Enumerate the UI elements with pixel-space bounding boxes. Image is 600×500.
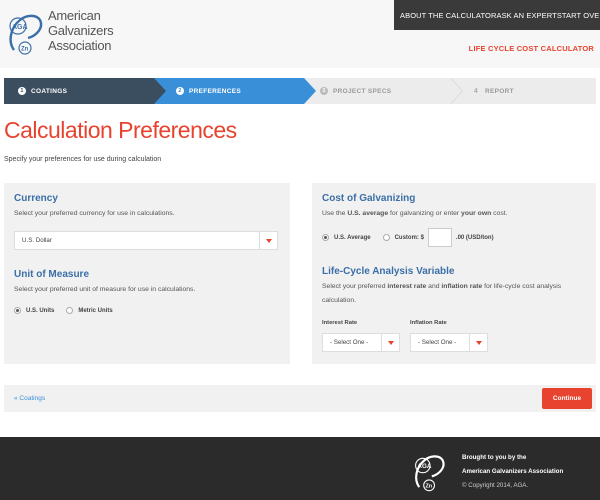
preferences-panel-right: Cost of Galvanizing Use the U.S. average… [312, 183, 596, 364]
continue-button[interactable]: Continue [542, 388, 592, 409]
radio-metric-units-label[interactable]: Metric Units [78, 308, 112, 314]
radio-us-average[interactable] [322, 234, 329, 241]
interest-rate-select-value: - Select One - [330, 339, 369, 346]
dropdown-toggle[interactable] [259, 232, 277, 249]
org-name-line: Association [48, 38, 112, 53]
cost-description: Use the U.S. average for galvanizing or … [322, 207, 586, 221]
org-name: American Galvanizers Association [48, 8, 114, 53]
unit-radio-group: U.S. Units Metric Units [14, 307, 113, 314]
cost-unit-label: .00 (USD/ton) [455, 234, 494, 241]
currency-select[interactable]: U.S. Dollar [14, 231, 278, 250]
lca-title: Life-Cycle Analysis Variable [322, 266, 455, 277]
aga-logo: AGA Zn [415, 455, 445, 492]
lca-desc-text: and [426, 283, 442, 290]
currency-title: Currency [14, 193, 58, 204]
step-arrow [450, 78, 462, 104]
org-name-line: Galvanizers [48, 23, 114, 38]
step-label: PREFERENCES [189, 87, 242, 95]
step-label: PROJECT SPECS [333, 87, 392, 95]
progress-steps: 1 COATINGS 2 PREFERENCES 3 PROJECT SPECS… [4, 78, 596, 104]
unit-description: Select your preferred unit of measure fo… [14, 286, 196, 293]
nav-about-link[interactable]: ABOUT THE CALCULATOR [400, 11, 496, 20]
copyright-text: © Copyright 2014, AGA. [462, 482, 529, 489]
svg-text:Zn: Zn [426, 484, 433, 490]
page-title: Calculation Preferences [4, 117, 237, 143]
svg-text:Zn: Zn [21, 47, 29, 53]
step-number: 1 [18, 87, 26, 95]
step-arrow [304, 78, 316, 104]
cost-desc-bold: U.S. average [347, 210, 389, 217]
radio-us-units[interactable] [14, 307, 21, 314]
step-arrow [154, 78, 166, 104]
step-number: 4 [473, 87, 479, 95]
lca-desc-bold: interest rate [387, 283, 427, 290]
currency-select-value: U.S. Dollar [22, 237, 52, 244]
lca-desc-bold: inflation rate [441, 283, 483, 290]
step-coatings[interactable]: 1 COATINGS [4, 78, 166, 104]
cost-desc-bold: your own [461, 210, 492, 217]
nav-start-over-link[interactable]: START OVER [557, 11, 600, 20]
nav-ask-expert-link[interactable]: ASK AN EXPERT [496, 11, 556, 20]
svg-text:AGA: AGA [417, 463, 431, 470]
cost-desc-text: cost. [491, 210, 508, 217]
chevron-down-icon [265, 238, 272, 243]
cost-title: Cost of Galvanizing [322, 193, 416, 204]
site-header: AGA Zn American Galvanizers Association … [0, 0, 600, 68]
site-footer: AGA Zn Brought to you by the American Ga… [0, 437, 600, 500]
step-label: REPORT [485, 87, 514, 95]
footer-line: American Galvanizers Association [462, 468, 564, 475]
radio-metric-units[interactable] [66, 307, 74, 314]
dropdown-toggle[interactable] [381, 334, 399, 351]
custom-cost-input[interactable] [427, 228, 452, 247]
unit-title: Unit of Measure [14, 269, 90, 280]
radio-us-average-label[interactable]: U.S. Average [334, 235, 371, 241]
inflation-rate-select[interactable]: - Select One - [410, 333, 488, 352]
interest-rate-select[interactable]: - Select One - [322, 333, 400, 352]
footer-line: Brought to you by the [462, 454, 527, 461]
step-project-specs[interactable]: 3 PROJECT SPECS [304, 78, 463, 104]
radio-custom-cost[interactable] [382, 234, 390, 241]
lca-desc-text: Select your preferred [322, 283, 388, 290]
top-nav: ABOUT THE CALCULATOR ASK AN EXPERT START… [394, 0, 600, 30]
back-to-coatings-link[interactable]: « Coatings [14, 395, 45, 402]
app-title: LIFE CYCLE COST CALCULATOR [468, 44, 594, 53]
step-preferences[interactable]: 2 PREFERENCES [154, 78, 316, 104]
dropdown-toggle[interactable] [469, 334, 487, 351]
action-bar: « Coatings Continue [4, 385, 596, 412]
inflation-rate-select-value: - Select One - [418, 339, 457, 346]
chevron-down-icon [475, 340, 482, 345]
inflation-rate-label: Inflation Rate [410, 320, 447, 326]
interest-rate-label: Interest Rate [322, 320, 358, 326]
step-label: COATINGS [31, 87, 68, 95]
page-subtitle: Specify your preferences for use during … [4, 156, 162, 163]
preferences-panel-left: Currency Select your preferred currency … [4, 183, 290, 364]
chevron-down-icon [387, 340, 394, 345]
lca-description: Select your preferred interest rate and … [322, 280, 584, 308]
currency-description: Select your preferred currency for use i… [14, 210, 175, 217]
step-number: 3 [320, 87, 328, 95]
step-report[interactable]: 4 REPORT [450, 78, 596, 104]
cost-radio-group: U.S. Average Custom: $ .00 (USD/ton) [322, 228, 494, 247]
radio-us-units-label[interactable]: U.S. Units [26, 308, 54, 314]
aga-logo[interactable]: AGA Zn [6, 6, 46, 56]
org-name-line: American [48, 8, 101, 23]
footer-credits: Brought to you by the American Galvanize… [462, 451, 563, 493]
cost-desc-text: Use the [322, 210, 348, 217]
svg-text:AGA: AGA [12, 24, 28, 31]
step-number: 2 [176, 87, 184, 95]
radio-custom-cost-label[interactable]: Custom: $ [395, 235, 424, 241]
cost-desc-text: for galvanizing or enter [388, 210, 462, 217]
